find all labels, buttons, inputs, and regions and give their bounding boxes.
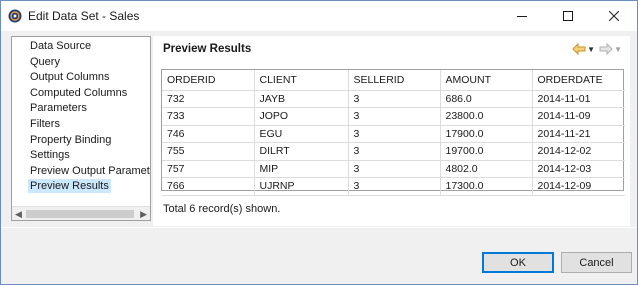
table-cell: 757 bbox=[162, 160, 255, 178]
column-header-amount[interactable]: AMOUNT bbox=[440, 70, 533, 91]
table-cell: 17900.0 bbox=[440, 125, 533, 143]
nav-item-data-source[interactable]: Data Source bbox=[12, 39, 150, 55]
nav-item-settings[interactable]: Settings bbox=[12, 148, 150, 164]
table-cell: 2014-12-02 bbox=[532, 142, 625, 161]
table-cell: 23800.0 bbox=[440, 107, 533, 126]
nav-item-label: Preview Results bbox=[28, 179, 111, 194]
preview-panel: Preview Results ▼ ▼ ORDERID CLIENT SELLE… bbox=[153, 36, 630, 226]
minimize-button[interactable] bbox=[499, 1, 545, 31]
page-title: Preview Results bbox=[163, 43, 252, 55]
table-cell: 746 bbox=[162, 125, 255, 143]
minimize-icon bbox=[517, 16, 527, 17]
nav-item-query[interactable]: Query bbox=[12, 55, 150, 71]
nav-item-label: Query bbox=[30, 55, 60, 68]
table-cell: JOPO bbox=[254, 107, 349, 126]
table-cell: 2014-11-01 bbox=[532, 90, 625, 108]
cancel-button[interactable]: Cancel bbox=[561, 252, 632, 273]
table-cell: 2014-11-09 bbox=[532, 107, 625, 126]
table-cell: 2014-12-03 bbox=[532, 160, 625, 178]
table-cell: 766 bbox=[162, 177, 255, 196]
table-cell: 3 bbox=[348, 160, 441, 178]
chevron-down-icon[interactable]: ▼ bbox=[614, 45, 622, 54]
column-header-orderid[interactable]: ORDERID bbox=[162, 70, 255, 91]
table-cell: 2014-11-21 bbox=[532, 125, 625, 143]
table-cell: 3 bbox=[348, 125, 441, 143]
dialog-body: Data Source Query Output Columns Compute… bbox=[1, 31, 637, 284]
column-header-sellerid[interactable]: SELLERID bbox=[348, 70, 441, 91]
nav-item-output-columns[interactable]: Output Columns bbox=[12, 70, 150, 86]
history-toolbar: ▼ ▼ bbox=[572, 42, 622, 56]
table-cell: 755 bbox=[162, 142, 255, 161]
forward-arrow-icon bbox=[599, 43, 613, 55]
scroll-left-icon[interactable]: ◀ bbox=[15, 209, 22, 220]
table-cell: EGU bbox=[254, 125, 349, 143]
nav-item-preview-results[interactable]: Preview Results bbox=[12, 179, 150, 195]
table-cell: 3 bbox=[348, 142, 441, 161]
results-table: ORDERID CLIENT SELLERID AMOUNT ORDERDATE… bbox=[161, 69, 625, 196]
column-header-orderdate[interactable]: ORDERDATE bbox=[532, 70, 625, 91]
table-header-row: ORDERID CLIENT SELLERID AMOUNT ORDERDATE bbox=[162, 70, 625, 91]
close-icon bbox=[609, 11, 619, 21]
maximize-icon bbox=[563, 11, 573, 21]
nav-item-property-binding[interactable]: Property Binding bbox=[12, 133, 150, 149]
table-row[interactable]: 757 MIP 3 4802.0 2014-12-03 bbox=[162, 160, 625, 178]
nav-item-label: Parameters bbox=[30, 102, 87, 115]
table-cell: 3 bbox=[348, 107, 441, 126]
table-row[interactable]: 755 DILRT 3 19700.0 2014-12-02 bbox=[162, 142, 625, 161]
nav-item-label: Settings bbox=[30, 149, 70, 162]
table-cell: 2014-12-09 bbox=[532, 177, 625, 196]
chevron-down-icon[interactable]: ▼ bbox=[587, 45, 595, 54]
nav-item-preview-output-parameter[interactable]: Preview Output Parameter bbox=[12, 164, 150, 180]
table-cell: 4802.0 bbox=[440, 160, 533, 178]
page-list: Data Source Query Output Columns Compute… bbox=[11, 36, 151, 221]
app-icon bbox=[8, 9, 22, 23]
nav-item-label: Computed Columns bbox=[30, 86, 128, 99]
close-button[interactable] bbox=[591, 1, 637, 31]
table-cell: DILRT bbox=[254, 142, 349, 161]
ok-button[interactable]: OK bbox=[482, 252, 554, 273]
dialog-window: Edit Data Set - Sales Data Source Query … bbox=[0, 0, 638, 285]
back-arrow-icon bbox=[572, 43, 586, 55]
table-cell: 732 bbox=[162, 90, 255, 108]
record-count-status: Total 6 record(s) shown. bbox=[163, 203, 281, 215]
table-cell: 17300.0 bbox=[440, 177, 533, 196]
title-bar[interactable]: Edit Data Set - Sales bbox=[1, 1, 637, 31]
table-cell: UJRNP bbox=[254, 177, 349, 196]
table-row[interactable]: 746 EGU 3 17900.0 2014-11-21 bbox=[162, 125, 625, 143]
nav-item-parameters[interactable]: Parameters bbox=[12, 101, 150, 117]
nav-item-label: Property Binding bbox=[30, 133, 112, 146]
table-row[interactable]: 733 JOPO 3 23800.0 2014-11-09 bbox=[162, 107, 625, 126]
nav-item-label: Data Source bbox=[30, 40, 92, 52]
column-header-client[interactable]: CLIENT bbox=[254, 70, 349, 91]
scrollbar-thumb[interactable] bbox=[26, 210, 134, 218]
table-cell: MIP bbox=[254, 160, 349, 178]
back-button[interactable]: ▼ bbox=[572, 42, 595, 56]
table-cell: 19700.0 bbox=[440, 142, 533, 161]
table-cell: 3 bbox=[348, 177, 441, 196]
table-row[interactable]: 732 JAYB 3 686.0 2014-11-01 bbox=[162, 90, 625, 108]
nav-item-label: Filters bbox=[30, 117, 60, 130]
nav-list: Data Source Query Output Columns Compute… bbox=[12, 39, 150, 195]
scroll-right-icon[interactable]: ▶ bbox=[140, 209, 147, 220]
forward-button[interactable]: ▼ bbox=[599, 42, 622, 56]
horizontal-scrollbar[interactable]: ◀ ▶ bbox=[12, 206, 150, 220]
divider bbox=[1, 227, 637, 228]
nav-item-label: Preview Output Parameter bbox=[30, 164, 151, 177]
table-cell: 733 bbox=[162, 107, 255, 126]
table-cell: 3 bbox=[348, 90, 441, 108]
maximize-button[interactable] bbox=[545, 1, 591, 31]
table-cell: 686.0 bbox=[440, 90, 533, 108]
nav-item-computed-columns[interactable]: Computed Columns bbox=[12, 86, 150, 102]
table-row[interactable]: 766 UJRNP 3 17300.0 2014-12-09 bbox=[162, 177, 625, 196]
nav-item-filters[interactable]: Filters bbox=[12, 117, 150, 133]
table-cell: JAYB bbox=[254, 90, 349, 108]
nav-item-label: Output Columns bbox=[30, 71, 110, 84]
window-title: Edit Data Set - Sales bbox=[28, 9, 140, 23]
